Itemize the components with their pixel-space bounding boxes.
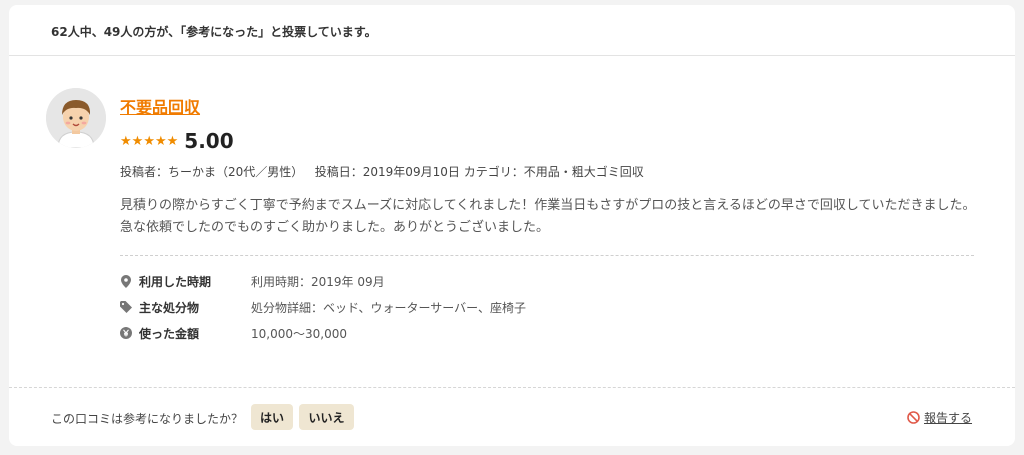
review-title-link[interactable]: 不要品回収 bbox=[120, 94, 200, 118]
divider bbox=[9, 387, 1015, 388]
report-link[interactable]: 報告する bbox=[907, 409, 972, 426]
star-icon: ★ bbox=[131, 133, 144, 149]
user-avatar-icon bbox=[46, 88, 106, 148]
detail-label: 利用した時期 bbox=[139, 274, 212, 289]
post-date: 投稿日：2019年09月10日 bbox=[314, 165, 460, 179]
rating: ★ ★ ★ ★ ★ 5.00 bbox=[120, 129, 234, 153]
detail-main-items: 主な処分物 処分物詳細：ベッド、ウォーターサーバー、座椅子 bbox=[120, 299, 526, 315]
tag-icon bbox=[120, 300, 132, 314]
report-label[interactable]: 報告する bbox=[924, 409, 972, 426]
divider bbox=[120, 255, 974, 256]
star-icon: ★ bbox=[120, 133, 132, 149]
category: カテゴリ：不用品・粗大ゴミ回収 bbox=[463, 165, 644, 179]
detail-usage-period: 利用した時期 利用時期：2019年 09月 bbox=[120, 273, 385, 289]
yen-icon bbox=[120, 326, 132, 340]
divider bbox=[9, 55, 1015, 56]
star-icon: ★ bbox=[166, 133, 179, 149]
review-card: 62人中、49人の方が、「参考になった」と投票しています。 不要品回収 ★ ★ … bbox=[9, 5, 1015, 446]
review-body: 見積りの際からすごく丁寧で予約までスムーズに対応してくれました！作業当日もさすが… bbox=[120, 198, 976, 235]
poster-info: 投稿者：ちーかま（20代／男性） bbox=[120, 165, 304, 179]
detail-label: 主な処分物 bbox=[139, 300, 200, 315]
vote-yes-button[interactable]: はい bbox=[251, 404, 293, 430]
detail-value: 利用時期：2019年 09月 bbox=[251, 274, 385, 289]
vote-question: この口コミは参考になりましたか？ bbox=[51, 412, 244, 426]
review-meta: 投稿者：ちーかま（20代／男性） 投稿日：2019年09月10日 カテゴリ：不用… bbox=[120, 163, 644, 180]
vote-no-button[interactable]: いいえ bbox=[299, 404, 354, 430]
star-rating: ★ ★ ★ ★ ★ bbox=[120, 135, 178, 148]
rating-score: 5.00 bbox=[184, 129, 234, 153]
detail-value: 処分物詳細：ベッド、ウォーターサーバー、座椅子 bbox=[251, 300, 527, 315]
star-icon: ★ bbox=[154, 133, 167, 149]
detail-value: 10,000〜30,000 bbox=[251, 326, 347, 341]
detail-cost: 使った金額 10,000〜30,000 bbox=[120, 325, 347, 341]
avatar bbox=[46, 88, 106, 148]
star-icon: ★ bbox=[143, 133, 155, 149]
detail-label: 使った金額 bbox=[139, 326, 200, 341]
prohibited-icon bbox=[907, 411, 920, 424]
helpful-summary: 62人中、49人の方が、「参考になった」と投票しています。 bbox=[51, 25, 377, 39]
location-pin-icon bbox=[120, 274, 132, 288]
